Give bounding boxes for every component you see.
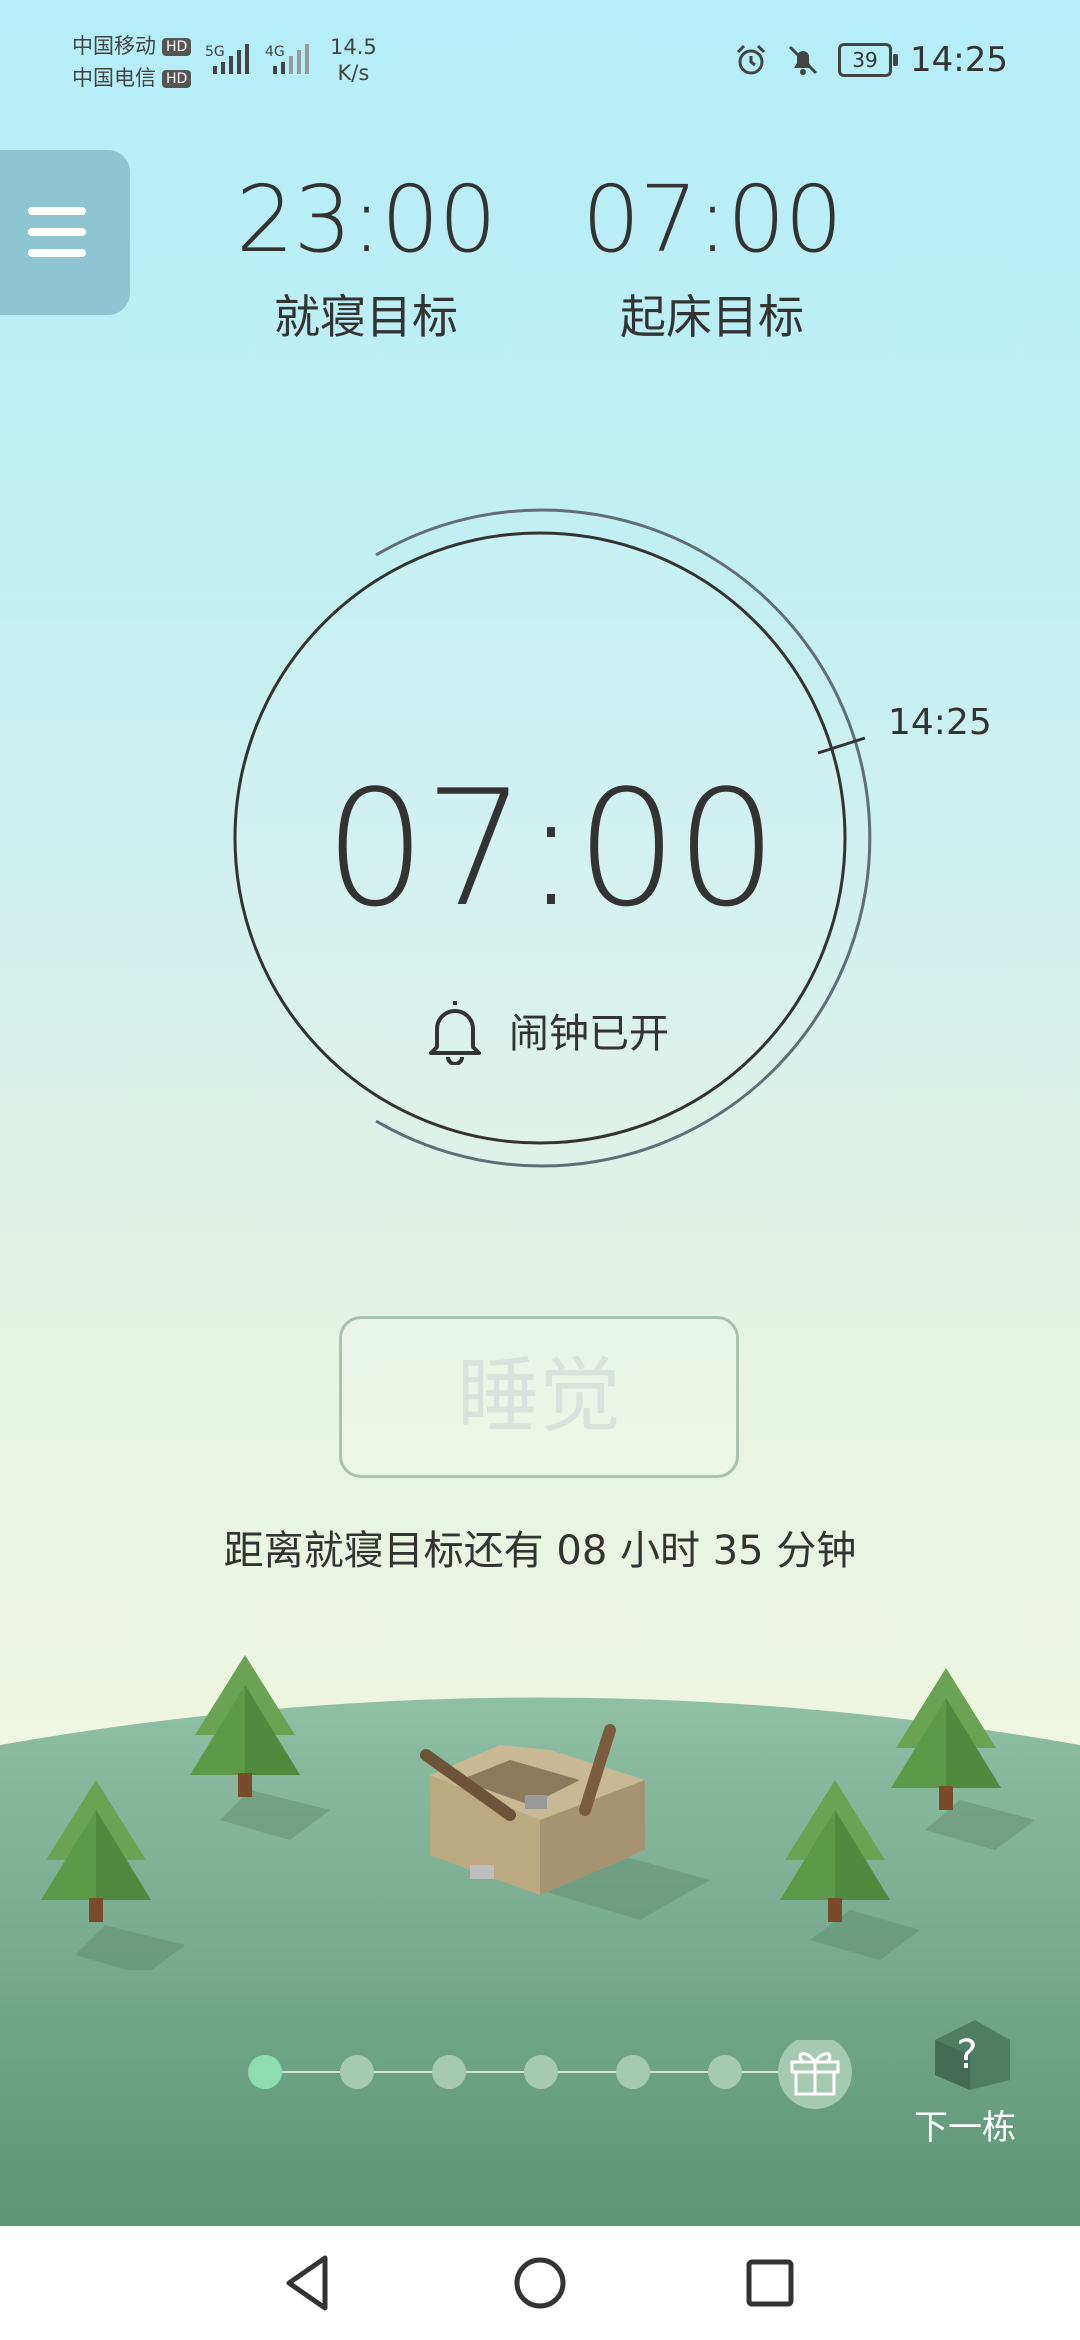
bell-icon (429, 1001, 481, 1065)
progress-dot-current (248, 2055, 282, 2089)
tree (780, 1780, 890, 1922)
next-building-icon-text: ? (956, 2032, 977, 2078)
system-nav-bar (0, 2226, 1080, 2340)
house-question-icon: ? (935, 2020, 1010, 2090)
current-time-label: 14:25 (888, 702, 992, 743)
trees-and-ruin-illustration (41, 1655, 1035, 1970)
alarm-status[interactable]: 闹钟已开 (425, 995, 669, 1065)
progress-dot (524, 2055, 558, 2089)
home-icon[interactable] (503, 2246, 577, 2320)
back-icon[interactable] (273, 2246, 347, 2320)
next-building-label: 下一栋 (914, 2108, 1016, 2148)
gift-icon (778, 2040, 852, 2109)
building-progress (248, 2040, 852, 2109)
sleep-button[interactable]: 睡觉 (339, 1316, 739, 1478)
progress-dot (432, 2055, 466, 2089)
alarm-status-text: 闹钟已开 (509, 1011, 669, 1057)
tree (190, 1655, 300, 1797)
progress-dot (340, 2055, 374, 2089)
next-building-button[interactable]: ? 下一栋 (905, 2010, 1025, 2149)
progress-dot (708, 2055, 742, 2089)
tree (891, 1668, 1001, 1810)
clock-face[interactable]: 07:00 闹钟已开 (225, 505, 875, 1185)
progress-dot (616, 2055, 650, 2089)
alarm-time: 07:00 (324, 755, 777, 942)
tree (41, 1780, 151, 1922)
recents-icon[interactable] (733, 2246, 807, 2320)
remaining-time-text: 距离就寝目标还有 08 小时 35 分钟 (223, 1528, 857, 1574)
